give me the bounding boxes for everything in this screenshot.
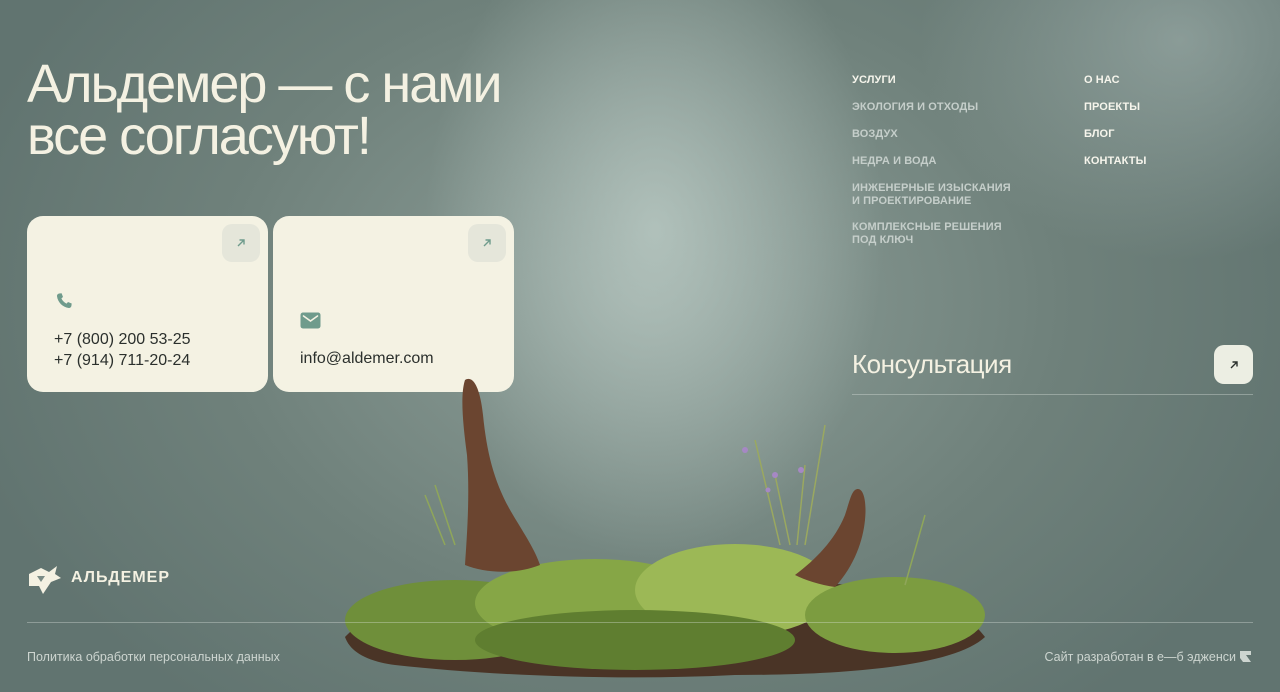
phone-number-1[interactable]: +7 (800) 200 53-25 <box>54 329 191 350</box>
email-card[interactable]: info@aldemer.com <box>273 216 514 392</box>
menu-item-subsoil-water[interactable]: Недра и вода <box>852 155 1042 168</box>
developer-credit-link[interactable]: Сайт разработан в е—б эдженси <box>1045 650 1237 664</box>
logo-icon <box>29 566 61 594</box>
menu-item-air[interactable]: Воздух <box>852 128 1042 141</box>
phone-number-2[interactable]: +7 (914) 711-20-24 <box>54 350 191 371</box>
menu-item-services[interactable]: Услуги <box>852 74 1042 87</box>
menu-item-about[interactable]: О нас <box>1084 74 1234 87</box>
phone-numbers[interactable]: +7 (800) 200 53-25 +7 (914) 711-20-24 <box>54 329 191 371</box>
menu-item-blog[interactable]: Блог <box>1084 128 1234 141</box>
headline-line-1: Альдемер — с нами <box>27 54 503 114</box>
agency-icon <box>1240 651 1251 662</box>
menu-item-projects[interactable]: Проекты <box>1084 101 1234 114</box>
services-menu: Услуги Экология и отходы Воздух Недра и … <box>852 74 1042 260</box>
moss-island-image <box>345 378 985 678</box>
menu-item-ecology[interactable]: Экология и отходы <box>852 101 1042 114</box>
email-card-arrow-button[interactable] <box>468 224 506 262</box>
company-menu: О нас Проекты Блог Контакты <box>1084 74 1234 182</box>
logo-text: АЛЬДЕМЕР <box>71 569 171 586</box>
headline-line-2: все согласуют! <box>27 106 372 166</box>
arrow-up-right-icon <box>237 239 245 247</box>
brand-logo[interactable]: АЛЬДЕМЕР <box>27 560 170 596</box>
arrow-up-right-icon <box>1230 360 1238 368</box>
arrow-up-right-icon <box>483 239 491 247</box>
phone-card[interactable]: +7 (800) 200 53-25 +7 (914) 711-20-24 <box>27 216 268 392</box>
phone-card-arrow-button[interactable] <box>222 224 260 262</box>
consultation-arrow-button[interactable] <box>1214 345 1253 384</box>
menu-item-turnkey[interactable]: Комплексные решения под ключ <box>852 221 1012 247</box>
menu-item-engineering[interactable]: Инженерные изыскания и проектирование <box>852 182 1012 208</box>
footer-divider <box>27 622 1253 623</box>
menu-item-contacts[interactable]: Контакты <box>1084 155 1234 168</box>
privacy-policy-link[interactable]: Политика обработки персональных данных <box>27 650 280 664</box>
mail-icon <box>300 312 321 329</box>
phone-icon <box>56 293 72 309</box>
email-address[interactable]: info@aldemer.com <box>300 350 434 368</box>
page-headline: Альдемер — с нами все согласуют! <box>27 57 587 163</box>
